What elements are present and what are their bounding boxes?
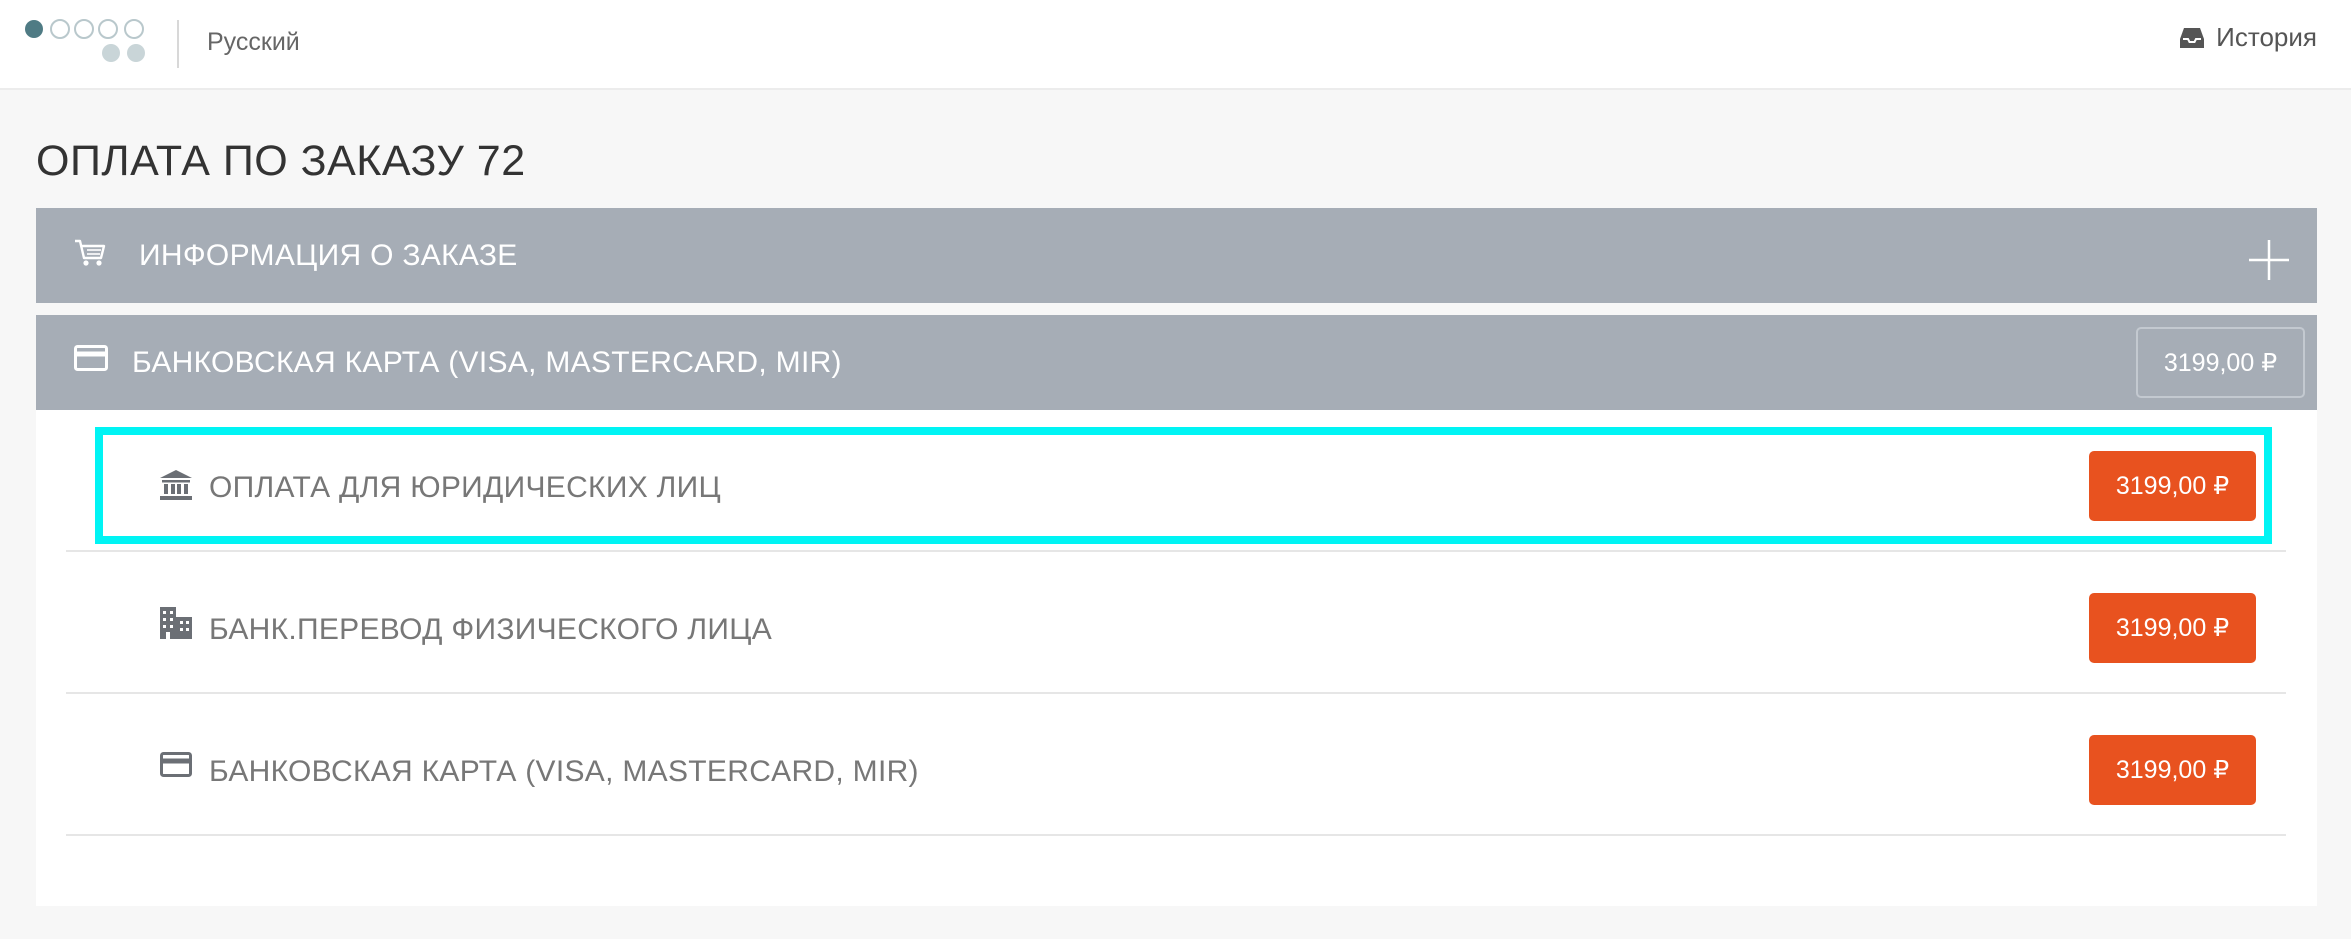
payment-method-bank-card[interactable]: БАНКОВСКАЯ КАРТА (VISA, MASTERCARD, MIR)…: [66, 694, 2286, 836]
building-icon: [160, 607, 192, 644]
method-label: БАНКОВСКАЯ КАРТА (VISA, MASTERCARD, MIR): [209, 755, 919, 788]
history-link[interactable]: История: [2180, 22, 2317, 53]
inbox-icon: [2180, 27, 2205, 49]
payment-method-legal-entity[interactable]: ОПЛАТА ДЛЯ ЮРИДИЧЕСКИХ ЛИЦ 3199,00 ₽: [66, 410, 2286, 552]
page-title: ОПЛАТА ПО ЗАКАЗУ 72: [36, 137, 526, 185]
payment-methods-list: ОПЛАТА ДЛЯ ЮРИДИЧЕСКИХ ЛИЦ 3199,00 ₽ БАН…: [36, 410, 2317, 906]
shopping-cart-icon: [74, 238, 106, 273]
expand-plus-icon[interactable]: [2249, 240, 2289, 280]
method-label: БАНК.ПЕРЕВОД ФИЗИЧЕСКОГО ЛИЦА: [209, 613, 773, 646]
order-info-label: ИНФОРМАЦИЯ О ЗАКАЗЕ: [139, 239, 518, 272]
history-label: История: [2216, 22, 2317, 52]
pay-button[interactable]: 3199,00 ₽: [2089, 593, 2256, 663]
top-bar: Русский История: [0, 0, 2351, 90]
logo-divider: [177, 20, 179, 68]
payment-group-header: БАНКОВСКАЯ КАРТА (VISA, MASTERCARD, MIR)…: [36, 315, 2317, 410]
pay-button[interactable]: 3199,00 ₽: [2089, 451, 2256, 521]
language-selector[interactable]: Русский: [207, 26, 300, 58]
payment-group-label: БАНКОВСКАЯ КАРТА (VISA, MASTERCARD, MIR): [132, 346, 842, 379]
logo[interactable]: [24, 18, 150, 66]
bank-icon: [160, 470, 192, 505]
credit-card-icon: [160, 752, 192, 782]
method-label: ОПЛАТА ДЛЯ ЮРИДИЧЕСКИХ ЛИЦ: [209, 471, 721, 504]
credit-card-icon: [74, 345, 108, 376]
pay-button[interactable]: 3199,00 ₽: [2089, 735, 2256, 805]
payment-group-amount: 3199,00 ₽: [2136, 327, 2305, 398]
payment-method-bank-transfer[interactable]: БАНК.ПЕРЕВОД ФИЗИЧЕСКОГО ЛИЦА 3199,00 ₽: [66, 552, 2286, 694]
order-info-panel[interactable]: ИНФОРМАЦИЯ О ЗАКАЗЕ: [36, 208, 2317, 303]
